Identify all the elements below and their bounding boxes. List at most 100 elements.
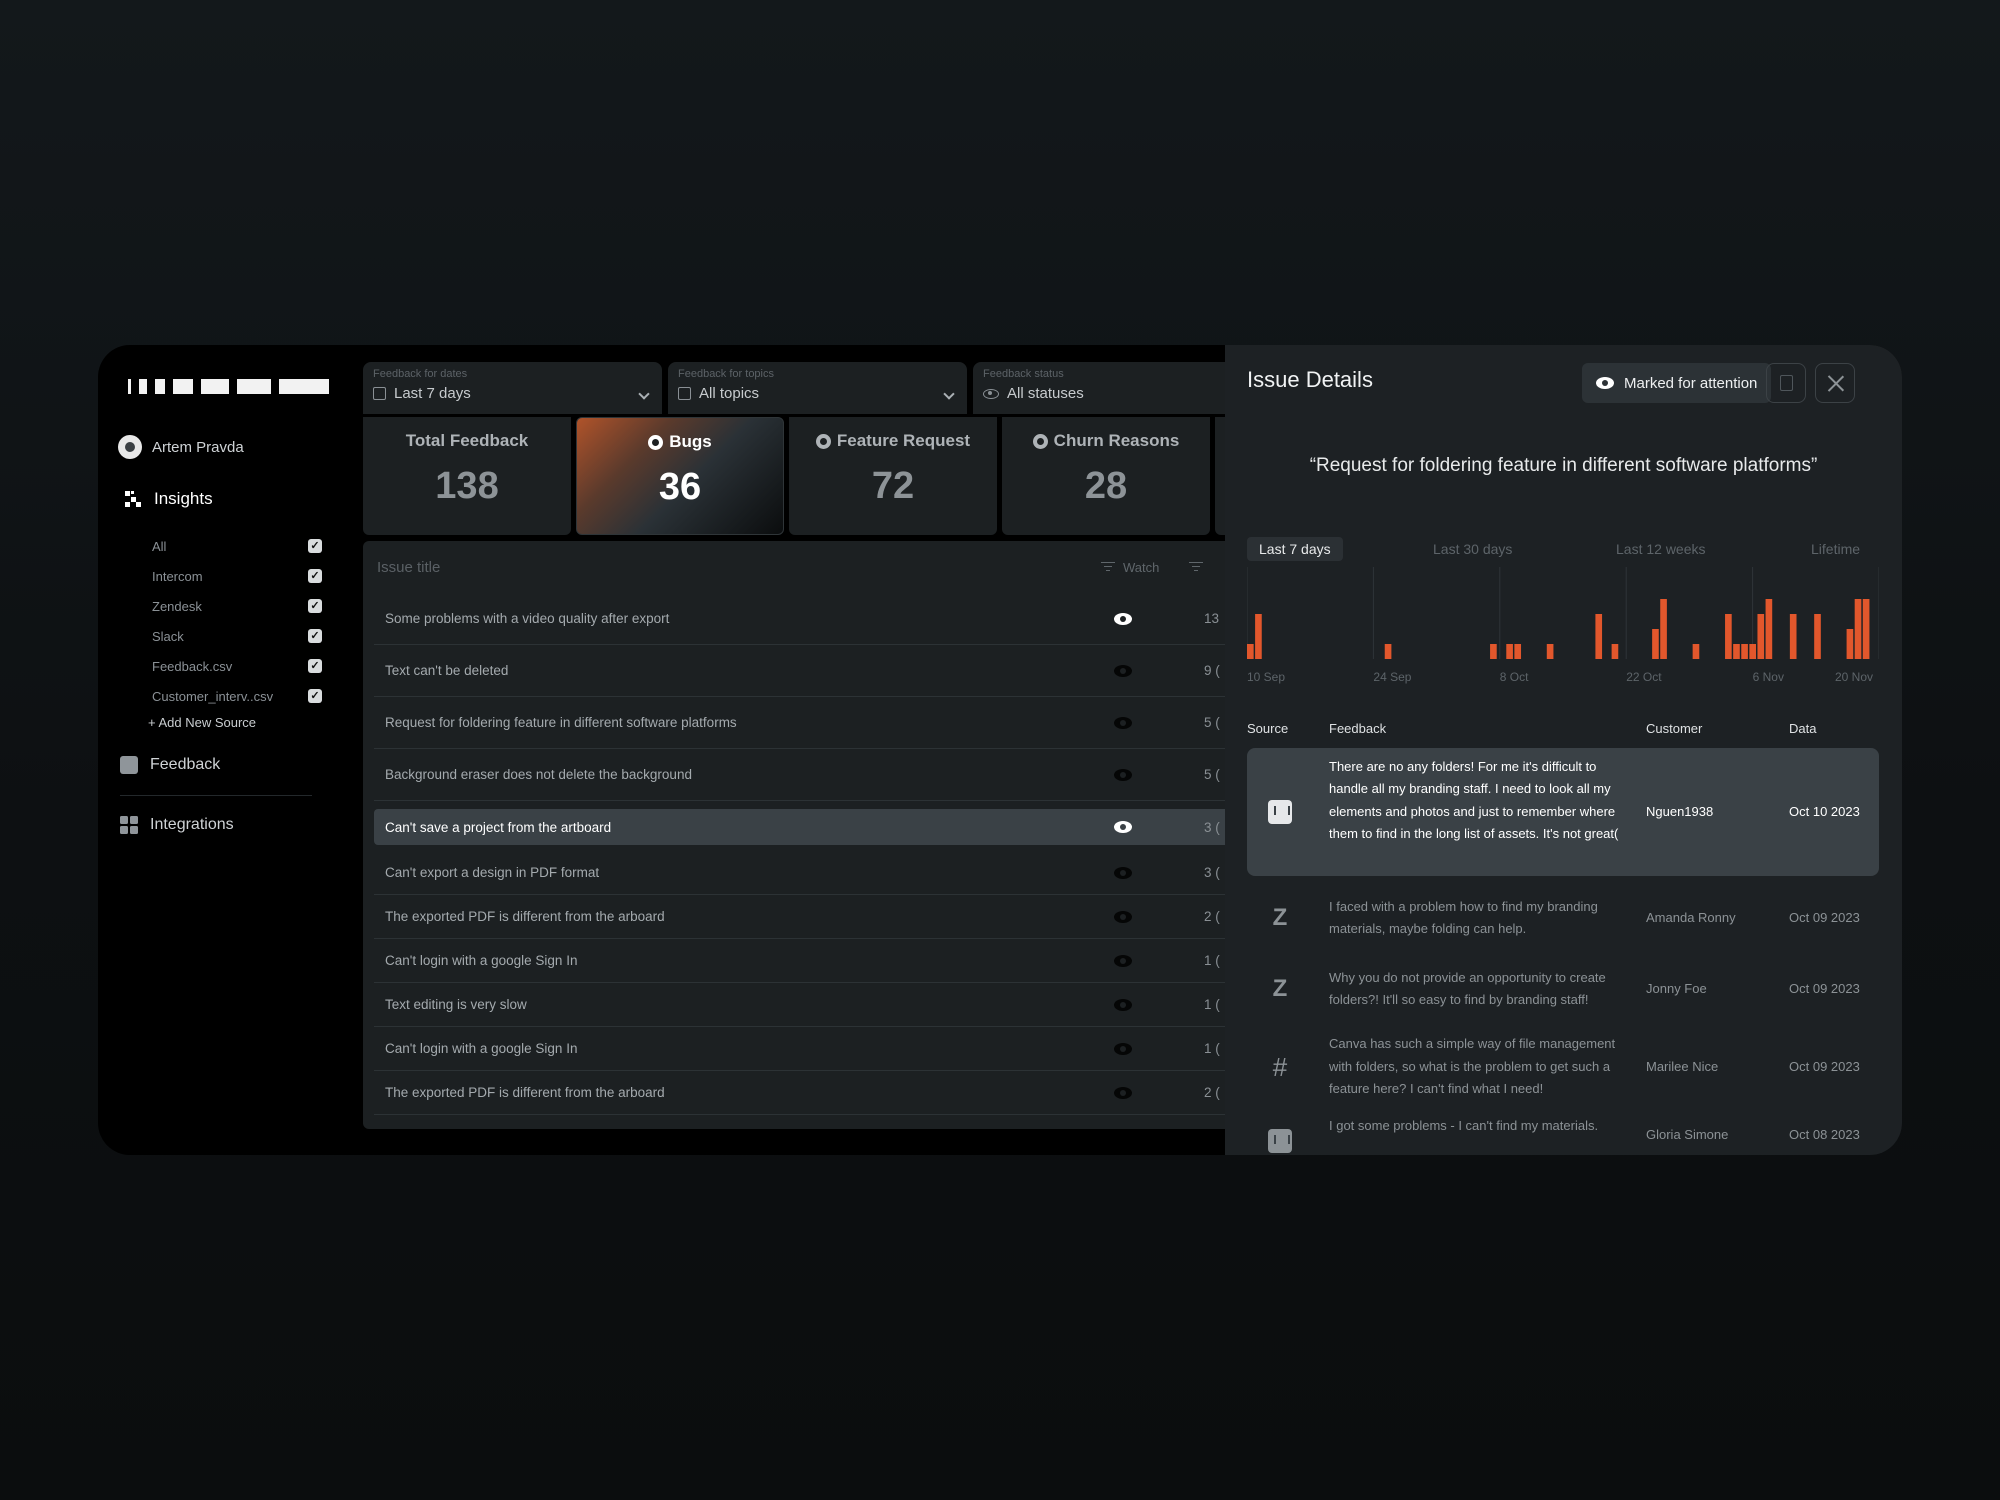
issue-title: The exported PDF is different from the a… xyxy=(385,909,665,924)
source-item[interactable]: Customer_interv..csv ✓ xyxy=(152,681,322,711)
feedback-icon xyxy=(120,756,138,774)
stat-name: Bugs xyxy=(669,432,712,451)
chart-bar xyxy=(1660,599,1667,659)
nav-insights[interactable]: Insights xyxy=(124,489,213,509)
issues-table: Issue title Watch Some problems with a v… xyxy=(363,541,1363,1129)
table-row[interactable]: The exported PDF is different from the a… xyxy=(374,895,1352,939)
table-row[interactable]: The exported PDF is different from the a… xyxy=(374,1071,1352,1115)
source-checkbox[interactable]: ✓ xyxy=(308,629,322,643)
column-header-customer: Customer xyxy=(1646,721,1703,736)
stat-card-churn[interactable]: Churn Reasons 28 xyxy=(1002,417,1210,535)
table-row[interactable]: Background eraser does not delete the ba… xyxy=(374,749,1352,801)
chart-bar xyxy=(1506,644,1513,659)
issue-count: 1 ( xyxy=(1204,953,1220,968)
table-row[interactable]: Text can't be deleted 9 ( xyxy=(374,645,1352,697)
table-row[interactable]: Can't login with a google Sign In 1 ( xyxy=(374,1027,1352,1071)
source-checkbox[interactable]: ✓ xyxy=(308,689,322,703)
intercom-icon xyxy=(1268,1129,1292,1153)
source-checkbox[interactable]: ✓ xyxy=(308,599,322,613)
source-item[interactable]: Feedback.csv ✓ xyxy=(152,651,322,681)
chart-bar xyxy=(1725,614,1732,659)
watch-eye-icon[interactable] xyxy=(1114,954,1132,967)
table-row[interactable]: Can't save a project from the artboard 3 … xyxy=(374,809,1352,845)
issue-count: 2 ( xyxy=(1204,909,1220,924)
issue-title: Text editing is very slow xyxy=(385,997,527,1012)
watch-eye-icon[interactable] xyxy=(1114,1086,1132,1099)
source-checkbox[interactable]: ✓ xyxy=(308,539,322,553)
issue-count: 5 ( xyxy=(1204,715,1220,730)
source-item[interactable]: Zendesk ✓ xyxy=(152,591,322,621)
slack-icon: # xyxy=(1272,1052,1288,1082)
source-item[interactable]: All ✓ xyxy=(152,531,322,561)
nav-integrations[interactable]: Integrations xyxy=(120,816,234,834)
watch-eye-icon[interactable] xyxy=(1114,866,1132,879)
watch-eye-icon[interactable] xyxy=(1114,716,1132,729)
chart-tick-label: 22 Oct xyxy=(1626,670,1662,684)
chart-bar xyxy=(1814,614,1821,659)
stat-card-bugs[interactable]: Bugs 36 xyxy=(576,417,784,535)
stat-value: 36 xyxy=(658,466,702,508)
watch-eye-icon[interactable] xyxy=(1114,664,1132,677)
feedback-row[interactable]: Z I faced with a problem how to find my b… xyxy=(1247,878,1879,958)
watch-eye-icon[interactable] xyxy=(1114,910,1132,923)
user-profile[interactable]: Artem Pravda xyxy=(118,435,244,459)
filter-label: Feedback for dates xyxy=(373,368,468,380)
stat-value: 72 xyxy=(871,465,915,507)
app-window: Artem Pravda Insights All ✓ Intercom ✓ Zen… xyxy=(98,345,1902,1155)
table-row[interactable]: Can't export a design in PDF format 3 ( xyxy=(374,851,1352,895)
insights-icon xyxy=(125,491,141,507)
feedback-bar-chart xyxy=(1247,567,1879,659)
date-filter-select[interactable]: Feedback for dates Last 7 days xyxy=(363,362,662,414)
issue-count: 1 ( xyxy=(1204,997,1220,1012)
issue-title: Can't save a project from the artboard xyxy=(385,819,612,835)
source-checkbox[interactable]: ✓ xyxy=(308,659,322,673)
chart-tick-label: 6 Nov xyxy=(1752,670,1784,684)
stat-card-total[interactable]: Total Feedback 138 xyxy=(363,417,571,535)
add-source-button[interactable]: + Add New Source xyxy=(148,715,322,730)
watch-eye-icon[interactable] xyxy=(1114,821,1132,833)
issue-title: Can't login with a google Sign In xyxy=(385,953,578,968)
source-item[interactable]: Intercom ✓ xyxy=(152,561,322,591)
feedback-row[interactable]: I got some problems - I can't find my ma… xyxy=(1247,1111,1879,1155)
table-row[interactable]: Some problems with a video quality after… xyxy=(374,593,1352,645)
feedback-date: Oct 08 2023 xyxy=(1789,1127,1860,1142)
column-header-watch[interactable]: Watch xyxy=(1101,560,1159,575)
watch-eye-icon[interactable] xyxy=(1114,612,1132,625)
table-row[interactable]: Request for foldering feature in differe… xyxy=(374,697,1352,749)
chart-bar xyxy=(1846,629,1854,659)
close-button[interactable] xyxy=(1815,363,1855,403)
chart-tick-label: 24 Sep xyxy=(1373,670,1412,684)
table-row[interactable]: Text editing is very slow 1 ( xyxy=(374,983,1352,1027)
source-label: Customer_interv..csv xyxy=(152,688,274,704)
topic-filter-select[interactable]: Feedback for topics All topics xyxy=(668,362,967,414)
chart-bar xyxy=(1862,599,1870,659)
tab-lifetime[interactable]: Lifetime xyxy=(1811,537,1860,561)
feature-icon xyxy=(815,433,831,449)
source-checkbox[interactable]: ✓ xyxy=(308,569,322,583)
stat-card-feature-request[interactable]: Feature Request 72 xyxy=(789,417,997,535)
chart-bar xyxy=(1789,614,1797,659)
feedback-row[interactable]: # Canva has such a simple way of file man… xyxy=(1247,1017,1879,1117)
feedback-row[interactable]: There are no any folders! For me it's di… xyxy=(1247,748,1879,876)
filter-icon[interactable] xyxy=(1189,562,1203,572)
chart-bar xyxy=(1514,644,1522,659)
issue-title: Text can't be deleted xyxy=(385,663,509,678)
chart-bar xyxy=(1384,644,1392,659)
chart-tick-label: 10 Sep xyxy=(1247,670,1286,684)
chart-bar xyxy=(1765,599,1773,659)
tab-last-7-days[interactable]: Last 7 days xyxy=(1247,537,1343,561)
marked-label: Marked for attention xyxy=(1624,374,1758,392)
tab-last-12-weeks[interactable]: Last 12 weeks xyxy=(1616,537,1706,561)
nav-feedback[interactable]: Feedback xyxy=(120,756,220,774)
delete-button[interactable] xyxy=(1766,363,1806,403)
customer-name: Gloria Simone xyxy=(1646,1127,1729,1142)
source-item[interactable]: Slack ✓ xyxy=(152,621,322,651)
watch-eye-icon[interactable] xyxy=(1114,998,1132,1011)
table-row[interactable]: Can't login with a google Sign In 1 ( xyxy=(374,939,1352,983)
integrations-icon xyxy=(120,816,138,834)
watch-eye-icon[interactable] xyxy=(1114,768,1132,781)
watch-eye-icon[interactable] xyxy=(1114,1042,1132,1055)
marked-for-attention-button[interactable]: Marked for attention xyxy=(1582,363,1772,403)
column-header-source: Source xyxy=(1247,721,1289,736)
tab-last-30-days[interactable]: Last 30 days xyxy=(1433,537,1512,561)
